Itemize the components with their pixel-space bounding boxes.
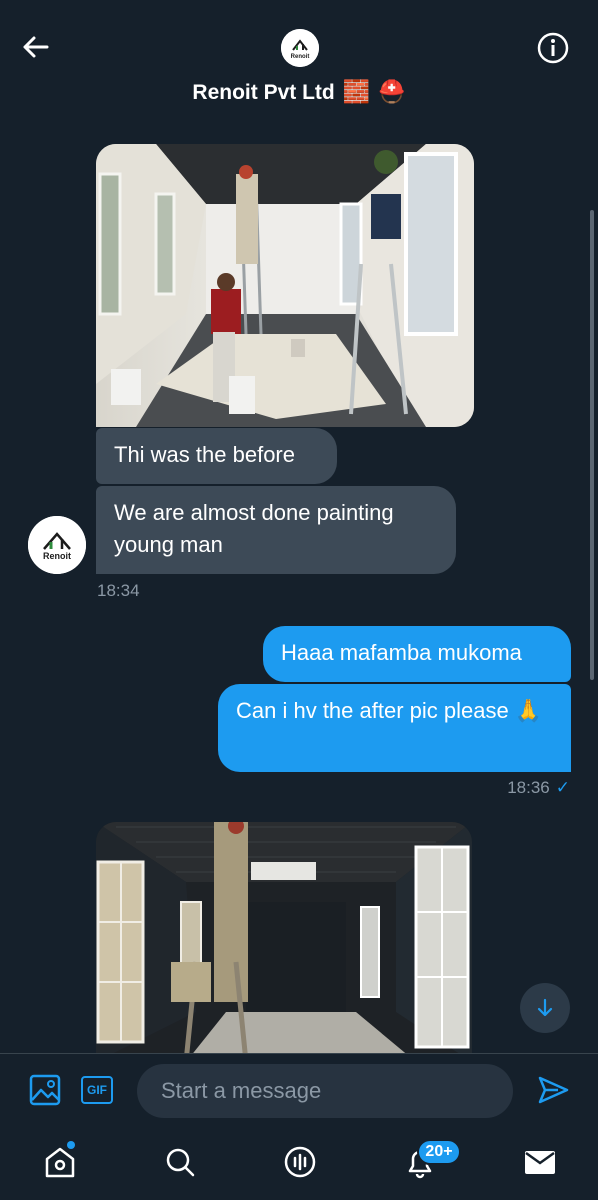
send-icon[interactable] <box>536 1073 570 1107</box>
before-photo[interactable] <box>96 144 474 427</box>
header-title-row: Renoit Pvt Ltd 🧱 ⛑️ <box>0 76 598 110</box>
received-message-2[interactable]: We are almost done painting young man <box>96 486 456 574</box>
back-arrow-icon[interactable] <box>18 30 52 64</box>
received-message-1[interactable]: Thi was the before <box>96 428 337 484</box>
sent-timestamp: 18:36 ✓ <box>470 778 570 798</box>
renoit-logo: Renoit <box>28 516 86 574</box>
home-unread-dot <box>67 1141 75 1149</box>
scrollbar[interactable] <box>590 210 594 680</box>
arrow-down-icon <box>537 998 553 1017</box>
notifications-badge: 20+ <box>417 1139 461 1165</box>
helmet-emoji: ⛑️ <box>378 80 406 105</box>
page-title: Renoit Pvt Ltd <box>192 81 335 104</box>
conversation-header: Renoit Renoit Pvt Ltd 🧱 ⛑️ <box>0 0 598 122</box>
sent-message-1[interactable]: Haaa mafamba mukoma <box>263 626 571 682</box>
read-check-icon: ✓ <box>555 778 570 797</box>
sent-time-text: 18:36 <box>507 778 550 797</box>
after-photo[interactable] <box>96 822 472 1062</box>
mail-icon[interactable] <box>522 1144 558 1180</box>
home-icon[interactable] <box>42 1144 78 1180</box>
sender-avatar-text: Renoit <box>43 551 71 561</box>
brick-emoji: 🧱 <box>342 80 371 105</box>
sent-message-2[interactable]: Can i hv the after pic please 🙏 <box>218 684 571 772</box>
header-avatar-text: Renoit <box>291 54 310 60</box>
received-timestamp: 18:34 <box>97 581 140 600</box>
sender-avatar[interactable]: Renoit <box>28 516 86 574</box>
image-icon[interactable] <box>28 1073 62 1107</box>
info-icon[interactable] <box>536 31 570 65</box>
message-input[interactable] <box>137 1064 513 1118</box>
scroll-to-bottom-button[interactable] <box>520 983 570 1033</box>
dm-conversation-screen: Renoit Renoit Pvt Ltd 🧱 ⛑️ Thi was the b… <box>0 0 598 1200</box>
renoit-logo: Renoit <box>281 29 319 67</box>
gif-button[interactable]: GIF <box>81 1076 113 1104</box>
header-avatar[interactable]: Renoit <box>281 29 319 67</box>
search-icon[interactable] <box>162 1144 198 1180</box>
spaces-icon[interactable] <box>282 1144 318 1180</box>
before-room-image <box>96 144 474 427</box>
after-room-image <box>96 822 472 1062</box>
